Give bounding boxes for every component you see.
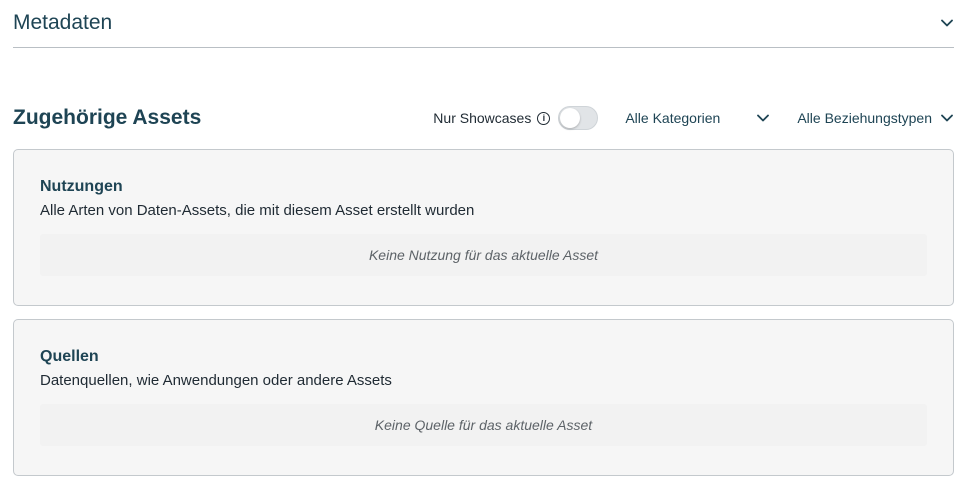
toggle-knob xyxy=(560,108,581,128)
nutzungen-card: Nutzungen Alle Arten von Daten-Assets, d… xyxy=(13,149,954,306)
beziehungstypen-select-value: Alle Beziehungstypen xyxy=(797,110,932,126)
related-assets-filters: Nur Showcases i Alle Kategorien Alle Bez… xyxy=(433,100,954,136)
kategorien-select-value: Alle Kategorien xyxy=(625,110,721,126)
related-assets-title: Zugehörige Assets xyxy=(13,106,202,129)
nutzungen-title: Nutzungen xyxy=(40,178,123,195)
beziehungstypen-select[interactable]: Alle Beziehungstypen xyxy=(797,110,954,126)
kategorien-select[interactable]: Alle Kategorien xyxy=(625,110,770,126)
info-icon[interactable]: i xyxy=(537,111,551,125)
quellen-description: Datenquellen, wie Anwendungen oder ander… xyxy=(40,372,392,389)
nutzungen-description: Alle Arten von Daten-Assets, die mit die… xyxy=(40,202,475,219)
nutzungen-empty-state: Keine Nutzung für das aktuelle Asset xyxy=(40,234,927,276)
quellen-empty-state: Keine Quelle für das aktuelle Asset xyxy=(40,404,927,446)
chevron-down-icon xyxy=(940,111,954,125)
chevron-down-icon xyxy=(756,111,770,125)
chevron-down-icon[interactable] xyxy=(940,16,954,30)
metadaten-title: Metadaten xyxy=(13,10,113,34)
quellen-title: Quellen xyxy=(40,348,99,365)
showcases-toggle[interactable] xyxy=(558,106,599,130)
showcases-toggle-label: Nur Showcases xyxy=(433,110,532,126)
quellen-card: Quellen Datenquellen, wie Anwendungen od… xyxy=(13,319,954,476)
metadaten-accordion-header[interactable]: Metadaten xyxy=(13,0,954,48)
related-assets-header: Zugehörige Assets Nur Showcases i Alle K… xyxy=(13,100,954,136)
